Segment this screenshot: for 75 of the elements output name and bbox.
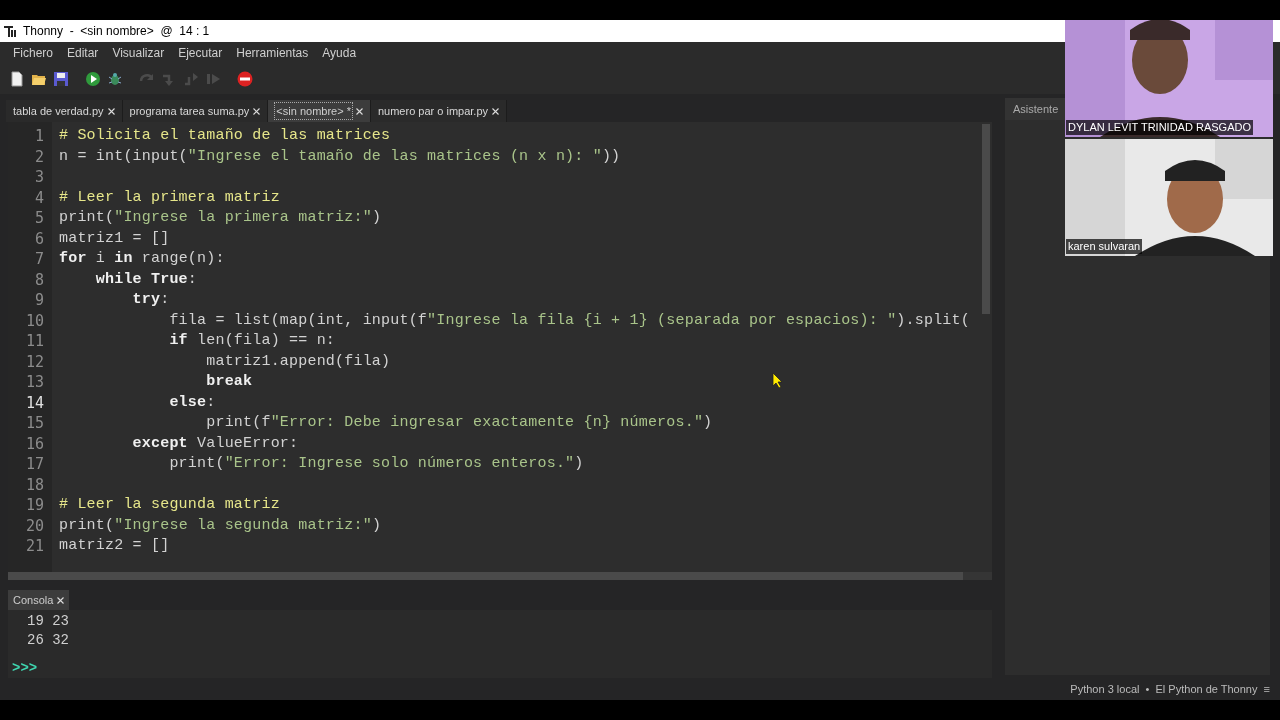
line-number: 3 bbox=[34, 167, 44, 188]
line-number: 10 bbox=[25, 310, 44, 331]
app-logo-icon bbox=[3, 24, 17, 38]
line-number: 18 bbox=[25, 474, 44, 495]
line-number: 5 bbox=[34, 208, 44, 229]
code-line: print("Ingrese la primera matriz:") bbox=[59, 209, 382, 226]
assistant-tab[interactable]: Asistente bbox=[1005, 98, 1067, 120]
line-number: 17 bbox=[25, 454, 44, 475]
line-number: 2 bbox=[34, 146, 44, 167]
console-panel[interactable]: 19 23 26 32 >>> bbox=[8, 610, 992, 678]
line-number: 9 bbox=[34, 290, 44, 311]
code-line: # Solicita el tamaño de las matrices bbox=[59, 127, 391, 144]
new-file-icon[interactable] bbox=[9, 71, 25, 87]
cursor-icon bbox=[772, 372, 784, 388]
status-text: Python 3 local • El Python de Thonny ≡ bbox=[1070, 681, 1270, 697]
code-line: except ValueError: bbox=[131, 434, 299, 452]
code-line: matriz1 = [] bbox=[59, 229, 170, 247]
code-line: if len(fila) == n: bbox=[168, 332, 336, 349]
editor-tab[interactable]: programa tarea suma.py bbox=[122, 100, 269, 122]
close-icon[interactable] bbox=[107, 107, 115, 115]
code-line: # Leer la segunda matriz bbox=[59, 496, 280, 513]
line-number: 6 bbox=[34, 228, 44, 249]
code-editor[interactable] bbox=[8, 122, 992, 572]
code-line: try: bbox=[131, 291, 170, 308]
editor-tab[interactable]: numero par o impar.py bbox=[370, 100, 508, 122]
bug-icon[interactable] bbox=[107, 71, 123, 87]
stop-icon[interactable] bbox=[237, 71, 253, 87]
menu-item[interactable]: Visualizar bbox=[105, 44, 172, 62]
code-line: print("Ingrese la segunda matriz:") bbox=[59, 516, 382, 534]
line-number: 15 bbox=[25, 413, 44, 434]
code-line: # Leer la primera matriz bbox=[59, 188, 280, 206]
line-number: 21 bbox=[25, 536, 44, 557]
console-output: 19 23 bbox=[27, 613, 69, 629]
run-icon[interactable] bbox=[85, 71, 101, 87]
editor-tab[interactable]: tabla de verdad.py bbox=[6, 100, 123, 122]
code-line: matriz1.append(fila) bbox=[205, 352, 391, 370]
line-number: 16 bbox=[25, 433, 44, 454]
code-line: fila = list(map(int, input(f"Ingrese la fila {i + 1} (separada por espacios): ").split( bbox=[168, 311, 970, 329]
line-number: 13 bbox=[25, 372, 44, 393]
code-line: n = int(input("Ingrese el tamaño de las matrices (n x n): ")) bbox=[59, 147, 621, 165]
line-number: 8 bbox=[34, 269, 44, 290]
console-tab[interactable]: Consola bbox=[8, 590, 70, 610]
code-line: for i in range(n): bbox=[59, 250, 225, 267]
menu-item[interactable]: Ejecutar bbox=[171, 44, 230, 62]
window-title: Thonny - <sin nombre> @ 14 : 1 bbox=[23, 23, 210, 40]
code-line: break bbox=[205, 373, 253, 390]
code-line: matriz2 = [] bbox=[59, 537, 170, 554]
code-line: print(f"Error: Debe ingresar exactamente {n} números.") bbox=[205, 414, 713, 431]
line-number: 7 bbox=[34, 249, 44, 270]
line-number: 20 bbox=[25, 515, 44, 536]
close-icon[interactable] bbox=[355, 107, 363, 115]
menu-item[interactable]: Editar bbox=[60, 44, 106, 62]
console-prompt: >>> bbox=[12, 660, 38, 676]
participant-name: DYLAN LEVIT TRINIDAD RASGADO bbox=[1066, 120, 1253, 135]
line-number: 1 bbox=[34, 126, 44, 147]
line-number: 14 bbox=[25, 392, 44, 413]
menu-item[interactable]: Herramientas bbox=[229, 44, 316, 62]
line-number: 12 bbox=[25, 351, 44, 372]
line-number: 19 bbox=[25, 495, 44, 516]
code-line: print("Error: Ingrese solo números enteros.") bbox=[168, 455, 584, 472]
line-number: 4 bbox=[34, 187, 44, 208]
code-line: else: bbox=[168, 393, 216, 411]
close-icon[interactable] bbox=[57, 596, 65, 604]
line-number: 11 bbox=[25, 331, 44, 352]
participant-name: karen sulvaran bbox=[1066, 239, 1143, 254]
save-icon[interactable] bbox=[53, 71, 69, 87]
code-line: while True: bbox=[94, 270, 198, 288]
console-output: 26 32 bbox=[27, 632, 69, 648]
scrollbar[interactable] bbox=[982, 124, 990, 314]
editor-tab[interactable]: <sin nombre> * bbox=[268, 100, 371, 122]
close-icon[interactable] bbox=[253, 107, 261, 115]
menu-item[interactable]: Fichero bbox=[6, 44, 60, 62]
scrollbar[interactable] bbox=[8, 572, 963, 580]
close-icon[interactable] bbox=[492, 107, 500, 115]
menu-item[interactable]: Ayuda bbox=[315, 44, 364, 62]
